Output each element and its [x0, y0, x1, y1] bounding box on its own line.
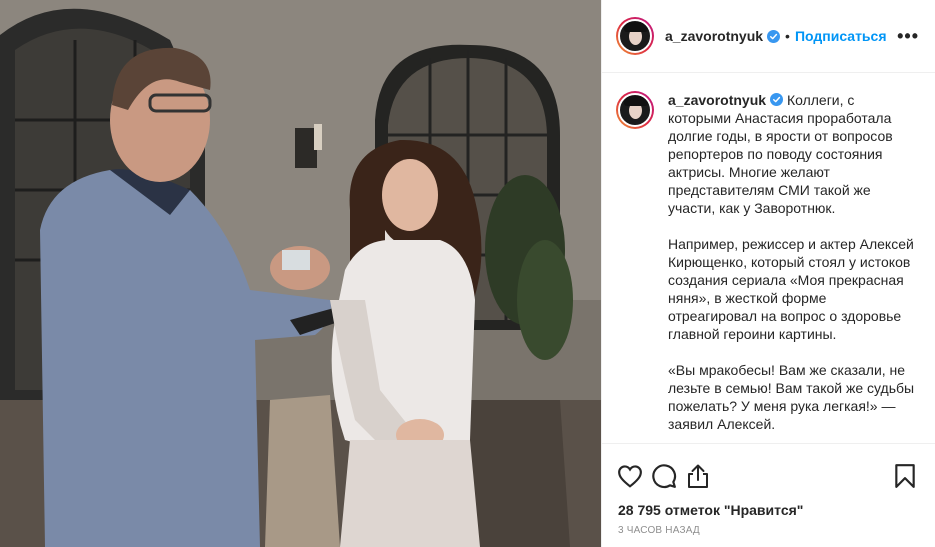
- header-separator: •: [785, 28, 790, 44]
- post-header: a_zavorotnyuk • Подписаться •••: [602, 0, 935, 73]
- save-button[interactable]: [885, 456, 925, 496]
- share-icon: [688, 464, 708, 488]
- verified-badge-icon: [767, 29, 781, 43]
- caption-avatar[interactable]: [616, 91, 654, 129]
- profile-avatar[interactable]: [616, 17, 654, 55]
- verified-badge-icon: [770, 93, 784, 106]
- caption-text: Коллеги, с которыми Анастасия проработал…: [668, 92, 915, 432]
- instagram-post: a_zavorotnyuk • Подписаться ••• a_zavoro…: [0, 0, 935, 547]
- comment-icon: [652, 463, 677, 488]
- comments-area[interactable]: a_zavorotnyuk Коллеги, с которыми Анаста…: [602, 73, 935, 443]
- bookmark-icon: [895, 463, 915, 488]
- heart-icon: [618, 464, 642, 488]
- follow-button[interactable]: Подписаться: [795, 28, 887, 44]
- likes-count[interactable]: 28 795 отметок "Нравится": [602, 499, 935, 524]
- header-username[interactable]: a_zavorotnyuk: [665, 28, 763, 44]
- share-button[interactable]: [678, 456, 718, 496]
- post-timestamp[interactable]: 3 часов назад: [602, 524, 935, 547]
- post-side-panel: a_zavorotnyuk • Подписаться ••• a_zavoro…: [601, 0, 935, 547]
- avatar-image: [618, 19, 652, 53]
- post-photo[interactable]: [0, 0, 601, 547]
- avatar-image: [618, 93, 652, 127]
- caption-username[interactable]: a_zavorotnyuk: [668, 92, 766, 108]
- photo-scene: [0, 0, 601, 547]
- more-options-icon[interactable]: •••: [897, 26, 919, 47]
- action-bar: [602, 443, 935, 499]
- post-caption: a_zavorotnyuk Коллеги, с которыми Анаста…: [668, 91, 919, 443]
